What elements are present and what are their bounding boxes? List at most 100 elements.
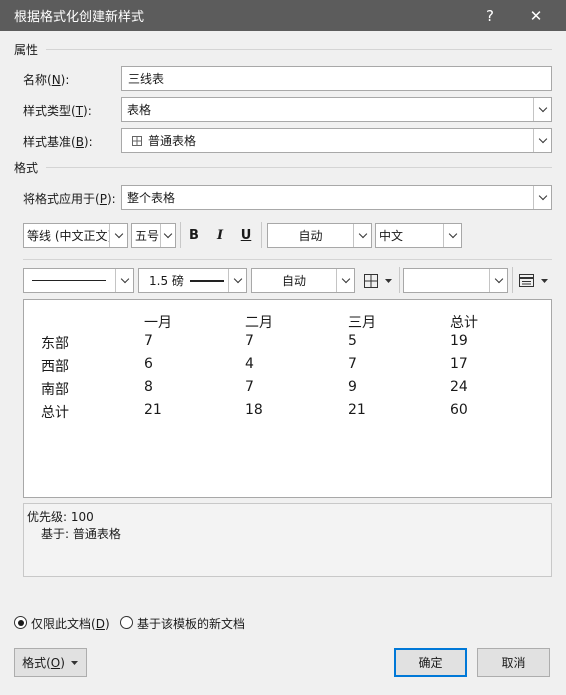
table-header-cell: 三月 [348,315,376,331]
format-section-label: 格式 [14,161,39,175]
cancel-button[interactable]: 取消 [477,648,550,677]
font-size-select[interactable]: 五号 [131,223,176,248]
font-size-value: 五号 [135,229,160,243]
bold-button[interactable]: B [184,223,204,248]
language-select[interactable]: 中文 [375,223,462,248]
name-input[interactable]: 三线表 [121,66,552,91]
style-based-value: 普通表格 [148,134,197,148]
border-style-value [24,280,115,281]
apply-to-label: 将格式应用于(P): [23,192,116,206]
table-cell: 19 [450,333,468,349]
table-header-cell: 总计 [450,315,478,331]
caret-down-icon [541,278,548,283]
border-weight-select[interactable]: 1.5 磅 [138,268,247,293]
table-cell: 60 [450,402,468,418]
chevron-down-icon [443,224,461,247]
priority-text: 优先级: 100 [27,510,94,524]
toolbar-divider [512,267,513,293]
chevron-down-icon [160,224,175,247]
table-cell: 7 [245,379,254,395]
style-type-value: 表格 [127,103,152,117]
font-value: 等线 (中文正文) [27,229,109,243]
table-cell: 18 [245,402,263,418]
font-select[interactable]: 等线 (中文正文) [23,223,128,248]
table-cell: 21 [144,402,162,418]
format-button-label: 格式(O) [22,656,65,670]
table-cell: 17 [450,356,468,372]
table-row-label: 南部 [41,382,69,398]
table-header-cell: 二月 [245,315,273,331]
table-cell: 6 [144,356,153,372]
toolbar-divider-line [23,259,552,260]
shading-select[interactable] [403,268,508,293]
chevron-down-icon [533,186,551,209]
toolbar-divider [261,222,262,248]
this-doc-only-label[interactable]: 仅限此文档(D) [31,615,110,632]
table-cell: 7 [348,356,357,372]
style-based-label: 样式基准(B): [23,135,93,149]
font-color-select[interactable]: 自动 [267,223,372,248]
style-type-label: 样式类型(T): [23,104,92,118]
table-preview: 一月 二月 三月 总计 东部 7 7 5 19 西部 6 4 7 17 南部 8… [23,299,552,498]
name-input-value: 三线表 [128,72,165,86]
title-bar: 根据格式化创建新样式 ? ✕ [0,0,566,31]
style-description: 优先级: 100 基于: 普通表格 [23,503,552,577]
border-weight-value: 1.5 磅 [149,274,184,288]
table-row-label: 西部 [41,359,69,375]
font-color-value: 自动 [298,229,323,243]
chevron-down-icon [336,269,354,292]
table-cell: 21 [348,402,366,418]
borders-grid-icon [363,273,378,288]
line-sample [189,279,224,282]
italic-button[interactable]: I [210,223,230,248]
table-row-label: 东部 [41,336,69,352]
table-header-cell: 一月 [144,315,172,331]
table-cell: 8 [144,379,153,395]
apply-to-select[interactable]: 整个表格 [121,185,552,210]
table-cell: 24 [450,379,468,395]
border-style-select[interactable] [23,268,134,293]
window-title: 根据格式化创建新样式 [14,10,145,25]
properties-divider [46,49,552,50]
table-row-label: 总计 [41,405,69,421]
chevron-down-icon [489,269,507,292]
close-button[interactable]: ✕ [516,0,556,31]
chevron-down-icon [115,269,133,292]
help-button[interactable]: ? [470,0,510,31]
table-style-options-button[interactable] [516,268,552,293]
template-radio[interactable] [120,616,133,629]
chevron-down-icon [228,269,246,292]
border-color-value: 自动 [281,274,306,288]
based-on-text: 基于: 普通表格 [41,527,121,541]
style-type-select[interactable]: 表格 [121,97,552,122]
borders-button[interactable] [360,268,396,293]
ok-button[interactable]: 确定 [394,648,467,677]
format-button[interactable]: 格式(O) [14,648,87,677]
table-grid-icon [132,135,142,146]
style-based-select[interactable]: 普通表格 [121,128,552,153]
table-cell: 5 [348,333,357,349]
underline-button[interactable]: U [236,223,256,248]
caret-down-icon [70,660,78,665]
toolbar-divider [399,267,400,293]
chevron-down-icon [533,98,551,121]
table-cell: 7 [245,333,254,349]
apply-to-value: 整个表格 [127,191,176,205]
template-label[interactable]: 基于该模板的新文档 [137,615,245,632]
name-label: 名称(N): [23,73,70,87]
close-icon: ✕ [529,6,543,25]
chevron-down-icon [533,129,551,152]
chevron-down-icon [109,224,127,247]
language-value: 中文 [379,229,404,243]
table-cell: 4 [245,356,254,372]
this-doc-only-radio[interactable] [14,616,27,629]
table-style-icon [519,274,534,287]
table-cell: 9 [348,379,357,395]
border-color-select[interactable]: 自动 [251,268,355,293]
chevron-down-icon [353,224,371,247]
format-divider [46,167,552,168]
properties-section-label: 属性 [14,43,39,57]
caret-down-icon [384,278,392,283]
table-cell: 7 [144,333,153,349]
toolbar-divider [180,222,181,248]
